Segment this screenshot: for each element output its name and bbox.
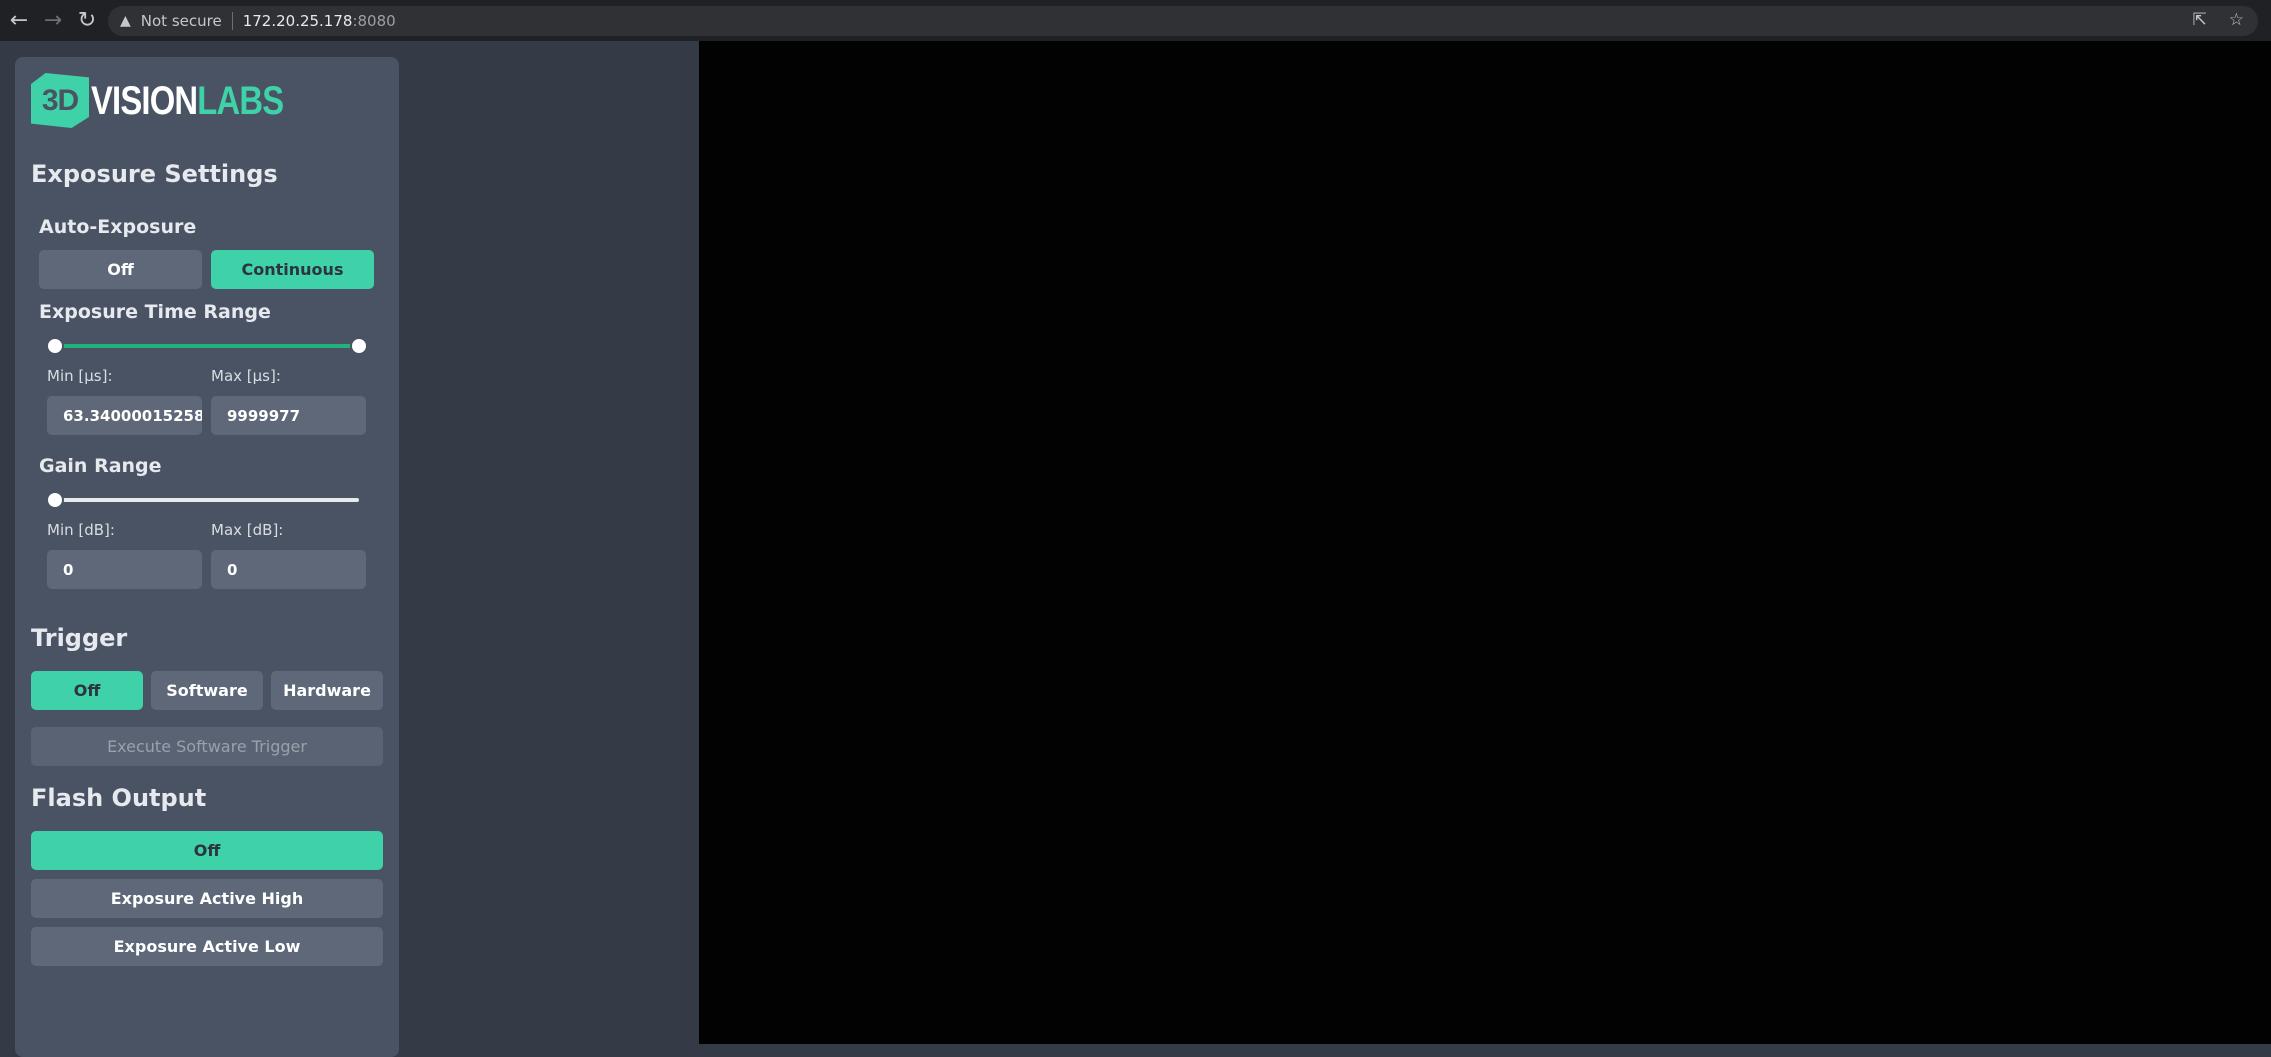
- auto-exposure-continuous-button[interactable]: Continuous: [211, 250, 374, 289]
- trigger-software-button[interactable]: Software: [151, 671, 263, 710]
- forward-arrow-icon[interactable]: →: [38, 6, 68, 36]
- gain-min-label: Min [dB]:: [47, 521, 115, 539]
- camera-stream-view[interactable]: [699, 41, 2271, 1044]
- execute-software-trigger-button[interactable]: Execute Software Trigger: [31, 727, 383, 766]
- gain-min-handle[interactable]: [46, 491, 64, 509]
- back-arrow-icon[interactable]: ←: [4, 6, 34, 36]
- settings-panel: 3D VISIONLABS Exposure Settings Auto-Exp…: [15, 57, 399, 1057]
- url-port: :8080: [352, 12, 396, 30]
- gain-max-label: Max [dB]:: [211, 521, 284, 539]
- gain-range-slider[interactable]: [46, 491, 359, 509]
- gain-min-input[interactable]: [47, 550, 202, 589]
- exposure-settings-title: Exposure Settings: [31, 160, 278, 188]
- address-bar[interactable]: ▲ Not secure 172.20.25.178:8080 ⇱ ☆: [108, 6, 2258, 36]
- browser-toolbar: ← → ↻ ▲ Not secure 172.20.25.178:8080 ⇱ …: [0, 0, 2271, 41]
- flash-exposure-active-low-button[interactable]: Exposure Active Low: [31, 927, 383, 966]
- flash-output-title: Flash Output: [31, 784, 207, 812]
- flash-exposure-active-high-button[interactable]: Exposure Active High: [31, 879, 383, 918]
- trigger-title: Trigger: [31, 624, 128, 652]
- not-secure-label: Not secure: [140, 12, 222, 30]
- logo-wordmark: VISIONLABS: [91, 78, 284, 123]
- gain-range-label: Gain Range: [39, 455, 162, 477]
- share-icon[interactable]: ⇱: [2193, 10, 2207, 30]
- trigger-hardware-button[interactable]: Hardware: [271, 671, 383, 710]
- reload-icon[interactable]: ↻: [72, 6, 102, 36]
- logo-mark: 3D: [31, 73, 89, 128]
- exposure-max-label: Max [µs]:: [211, 367, 281, 385]
- gain-max-input[interactable]: [211, 550, 366, 589]
- flash-off-button[interactable]: Off: [31, 831, 383, 870]
- exposure-time-range-slider[interactable]: [46, 337, 368, 355]
- logo: 3D VISIONLABS: [31, 73, 325, 128]
- auto-exposure-off-button[interactable]: Off: [39, 250, 202, 289]
- exposure-min-handle[interactable]: [46, 337, 64, 355]
- bookmark-star-icon[interactable]: ☆: [2229, 10, 2244, 30]
- exposure-time-range-label: Exposure Time Range: [39, 301, 271, 323]
- warning-icon: ▲: [120, 13, 131, 29]
- url-host: 172.20.25.178: [242, 12, 353, 30]
- exposure-min-label: Min [µs]:: [47, 367, 113, 385]
- auto-exposure-label: Auto-Exposure: [39, 216, 197, 238]
- exposure-min-input[interactable]: [47, 396, 202, 435]
- exposure-max-input[interactable]: [211, 396, 366, 435]
- exposure-max-handle[interactable]: [350, 337, 368, 355]
- divider: [231, 12, 233, 30]
- trigger-off-button[interactable]: Off: [31, 671, 143, 710]
